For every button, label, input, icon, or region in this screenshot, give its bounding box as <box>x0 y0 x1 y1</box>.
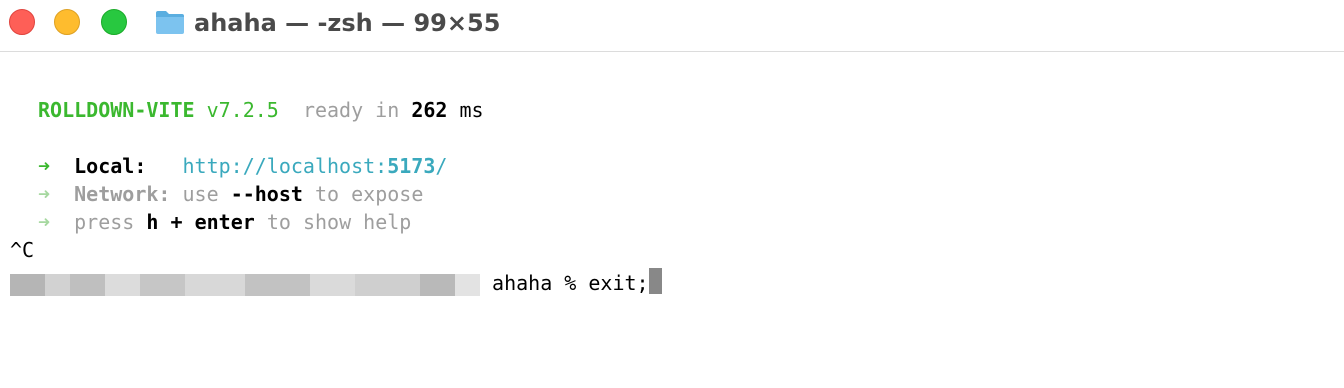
help-rest: to show help <box>266 210 412 234</box>
local-line: ➜ Local: http://localhost:5173/ <box>38 152 447 180</box>
prompt-line: ahaha % exit; <box>10 264 662 296</box>
local-arrow-icon: ➜ <box>38 154 51 178</box>
vite-version: v7.2.5 <box>206 98 279 122</box>
folder-icon <box>156 11 184 34</box>
local-label: Local: <box>74 154 147 178</box>
close-button[interactable] <box>9 9 35 35</box>
local-url[interactable]: http://localhost:5173/ <box>183 154 448 178</box>
network-label: Network: <box>74 182 171 206</box>
zoom-button[interactable] <box>101 9 127 35</box>
ready-prefix: ready in <box>302 98 400 122</box>
network-rest: to expose <box>314 182 424 206</box>
network-flag: --host <box>230 182 303 206</box>
interrupt-line: ^C <box>10 238 35 262</box>
title-bar: ahaha — -zsh — 99×55 <box>0 0 1344 52</box>
terminal-output[interactable]: ROLLDOWN-VITE v7.2.5 ready in 262 ms ➜ L… <box>0 52 1344 388</box>
help-arrow-icon: ➜ <box>38 210 51 234</box>
ready-unit: ms <box>459 98 484 122</box>
help-keys: h + enter <box>146 210 255 234</box>
prompt-text: ahaha % exit; <box>492 271 649 295</box>
redacted-prompt-user <box>10 274 480 296</box>
local-url-port: 5173 <box>387 154 436 178</box>
local-url-suffix: / <box>435 154 448 178</box>
network-line: ➜ Network: use --host to expose <box>38 180 423 208</box>
window-title: ahaha — -zsh — 99×55 <box>194 9 501 37</box>
help-press: press <box>74 210 135 234</box>
network-use: use <box>182 182 219 206</box>
ready-value: 262 <box>411 98 448 122</box>
local-url-prefix: http://localhost: <box>182 154 388 178</box>
vite-banner-line: ROLLDOWN-VITE v7.2.5 ready in 262 ms <box>38 96 484 124</box>
help-line: ➜ press h + enter to show help <box>38 208 411 236</box>
minimize-button[interactable] <box>54 9 80 35</box>
vite-name: ROLLDOWN-VITE <box>38 98 195 122</box>
text-cursor <box>648 268 662 294</box>
network-arrow-icon: ➜ <box>38 182 51 206</box>
